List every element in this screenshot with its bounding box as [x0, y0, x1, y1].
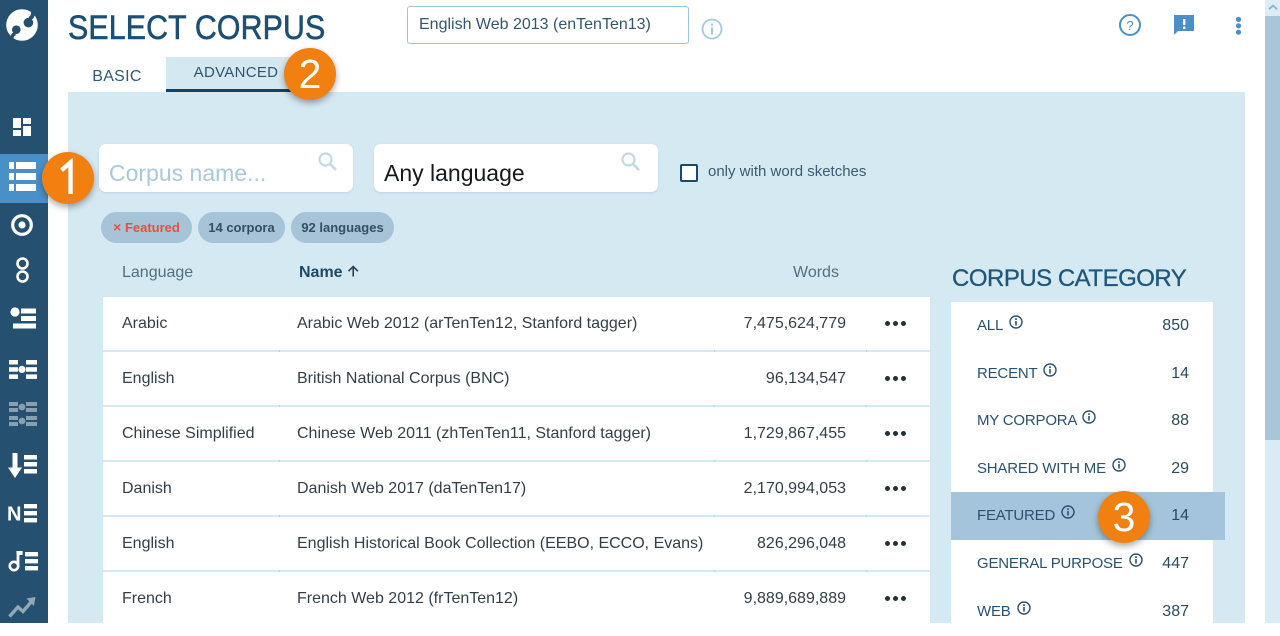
svg-text:N: N	[8, 504, 21, 525]
svg-text:?: ?	[1126, 18, 1133, 33]
